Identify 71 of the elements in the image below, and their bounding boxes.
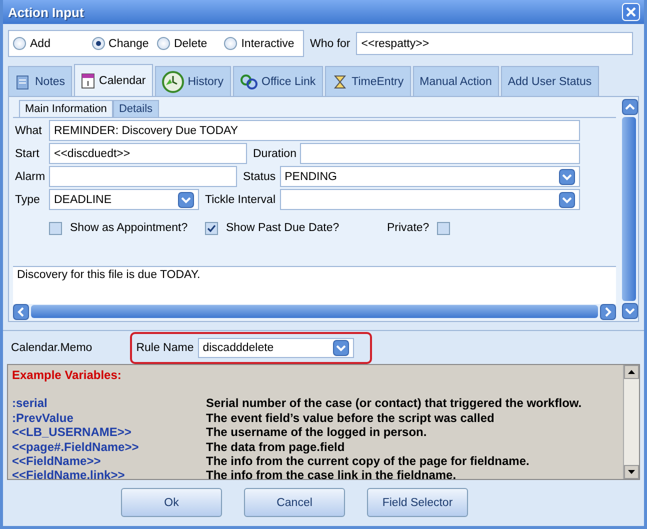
variable-name: <<FieldName.link>> — [12, 468, 126, 483]
scroll-left-icon[interactable] — [13, 304, 29, 320]
action-radio[interactable]: Change — [92, 37, 157, 50]
horizontal-scrollbar[interactable] — [31, 305, 598, 318]
variable-description: Serial number of the case (or contact) that triggered the workflow. — [206, 396, 582, 411]
checkbox-label: Show Past Due Date? — [226, 222, 340, 234]
tab[interactable]: Manual Action — [412, 66, 499, 96]
checkbox[interactable] — [437, 222, 450, 234]
help-heading: Example Variables: — [12, 368, 122, 382]
tab[interactable]: Notes — [8, 66, 72, 96]
scroll-right-icon[interactable] — [600, 304, 616, 320]
dropdown-field[interactable]: PENDING — [280, 166, 580, 187]
chain-link-icon — [240, 74, 258, 90]
variable-name: <<LB_USERNAME>> — [12, 425, 132, 440]
field-name-label: Calendar.Memo — [11, 342, 92, 354]
notepad-icon — [15, 74, 31, 90]
close-icon[interactable] — [622, 3, 640, 21]
action-radio[interactable]: Interactive — [224, 37, 299, 50]
field-label: Alarm — [15, 170, 45, 182]
field-label: Start — [15, 148, 40, 160]
tab[interactable]: History — [154, 66, 230, 96]
tab[interactable]: Office Link — [232, 66, 323, 96]
variable-name: :PrevValue — [12, 410, 74, 426]
scroll-up-icon[interactable] — [624, 365, 639, 379]
field-label: What — [15, 124, 43, 136]
hourglass-icon — [332, 74, 348, 90]
variable-description: The username of the logged in person. — [206, 425, 427, 440]
memo-text: Discovery for this file is due TODAY. — [17, 269, 202, 283]
action-radio[interactable]: Delete — [156, 37, 224, 50]
vertical-scrollbar[interactable] — [622, 117, 636, 301]
field-label: Tickle Interval — [205, 194, 276, 206]
tab[interactable]: Add User Status — [500, 66, 599, 96]
memo-field[interactable]: Discovery for this file is due TODAY. — [13, 266, 616, 304]
text-field[interactable] — [49, 166, 237, 187]
dialog-button[interactable]: Field Selector — [367, 488, 468, 517]
variable-description: The data from page.field — [206, 440, 345, 454]
dropdown-field[interactable]: DEADLINE — [49, 189, 199, 210]
text-field[interactable]: REMINDER: Discovery Due TODAY — [49, 120, 580, 141]
variable-description: The info from the case link in the fieldname. — [206, 468, 456, 483]
variable-description: The info from the current copy of the page for fieldname. — [206, 454, 530, 468]
scroll-down-icon[interactable] — [624, 465, 639, 479]
window-title: Action Input — [8, 4, 84, 20]
variable-description: The event field’s value before the script was called — [206, 410, 494, 426]
variable-name: <<page#.FieldName>> — [12, 440, 140, 454]
scroll-down-icon[interactable] — [622, 303, 638, 319]
dialog-button[interactable]: Cancel — [244, 488, 345, 517]
sub-tab[interactable]: Main Information — [19, 100, 113, 117]
rule-name-label: Rule Name — [136, 342, 194, 354]
field-label: Type — [15, 194, 41, 206]
variable-name: <<FieldName>> — [12, 454, 102, 468]
rule-name-dropdown[interactable]: discadddelete — [198, 338, 354, 358]
calendar-icon — [81, 72, 96, 88]
variable-name: :serial — [12, 396, 48, 411]
text-field[interactable]: <<discduedt>> — [49, 143, 247, 164]
field-label: Duration — [253, 148, 296, 160]
checkbox-label: Show as Appointment? — [70, 222, 188, 234]
dialog-button[interactable]: Ok — [121, 488, 222, 517]
checkbox-label: Private? — [387, 222, 430, 234]
who-for-field[interactable]: <<respatty>> — [356, 32, 634, 55]
action-radio[interactable]: Add — [13, 37, 92, 50]
checkbox[interactable] — [205, 222, 218, 234]
dropdown-field[interactable] — [280, 189, 580, 210]
tab[interactable]: TimeEntry — [324, 66, 411, 96]
who-for-label: Who for — [310, 38, 350, 50]
help-scrollbar[interactable] — [623, 365, 639, 479]
field-label: Status — [243, 170, 276, 182]
checkbox[interactable] — [49, 222, 62, 234]
tab[interactable]: Calendar — [74, 64, 153, 96]
sub-tab[interactable]: Details — [112, 100, 159, 117]
scroll-up-icon[interactable] — [622, 99, 638, 115]
text-field[interactable] — [300, 143, 580, 164]
